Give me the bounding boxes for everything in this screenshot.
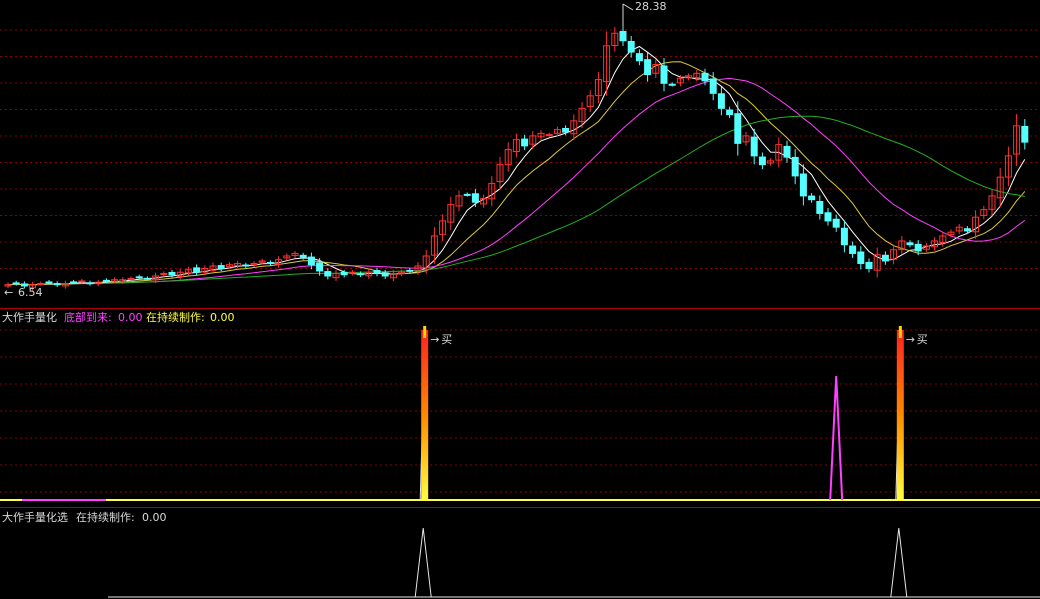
candle-body[interactable] [881,254,889,262]
candle-body[interactable] [799,173,807,197]
candle-body[interactable] [340,271,348,276]
ind1-signals: → 买 → 买 [0,326,1040,501]
candle-body[interactable] [373,270,381,274]
candle-body[interactable] [266,262,274,265]
buy-arrow-icon: → [906,333,915,346]
ind1-name: 大作手量化 [2,310,57,324]
candle-body[interactable] [357,273,365,276]
ind1-buy-signal-bar[interactable] [421,330,429,500]
ind1-buy-signal-bar[interactable] [896,330,904,500]
candle-body[interactable] [299,254,307,258]
candle-body[interactable] [791,156,799,177]
ind2-spike [414,527,432,598]
candle-body[interactable] [242,264,250,267]
ind1-field2-value: 0.00 [210,311,235,324]
high-marker-arm [622,3,634,11]
low-price-label: 6.54 [18,286,43,299]
candle-body[interactable] [127,277,135,280]
ind1-field2-label: 在持续制作: [146,310,205,324]
candle-body[interactable] [316,262,324,272]
ind2-lines [108,527,1040,598]
price-moving-averages [7,45,1026,286]
high-marker: 28.38 [622,0,667,27]
ma10-line [7,61,1026,286]
candle-body[interactable] [53,283,61,286]
low-marker: ← 6.54 [4,286,43,299]
chart-stage: 28.38 ← 6.54 大作手量化 底部到来: 0.00 在持续制作: 0.0… [0,0,1040,598]
candle-body[interactable] [816,200,824,214]
ind2-field1-value: 0.00 [142,511,167,524]
candle-body[interactable] [521,138,529,147]
candle-body[interactable] [619,30,627,42]
candle-body[interactable] [840,227,848,246]
candle-body[interactable] [102,279,110,282]
candle-body[interactable] [808,195,816,201]
ind1-buy-signal-cap [423,326,427,338]
candle-body[interactable] [857,251,865,264]
candle-body[interactable] [463,193,471,196]
candle-body[interactable] [906,242,914,246]
candle-body[interactable] [644,59,652,76]
candle-body[interactable] [217,265,225,269]
candle-body[interactable] [78,280,86,283]
candle-body[interactable] [832,218,840,228]
candle-body[interactable] [717,93,725,109]
candle-body[interactable] [193,267,201,273]
candle-body[interactable] [307,256,315,266]
candle-body[interactable] [783,145,791,158]
candle-body[interactable] [86,282,94,285]
candle-body[interactable] [914,243,922,252]
candle-body[interactable] [750,136,758,157]
ind1-field1-label: 底部到来: [64,310,112,324]
candle-body[interactable] [168,271,176,276]
buy-arrow-icon: → [430,333,439,346]
ind2-spike [890,527,908,598]
candle-body[interactable] [37,282,45,285]
candle-body[interactable] [734,113,742,144]
candle-body[interactable] [143,277,151,280]
ind2-name: 大作手量化选 [2,510,68,524]
candle-body[interactable] [545,134,553,137]
ind2-field1-label: 在持续制作: [76,510,135,524]
price-panel-grid [0,29,1040,269]
ind1-buy-signal-cap [898,326,902,338]
candle-body[interactable] [324,271,332,277]
candle-body[interactable] [627,41,635,53]
candle-body[interactable] [135,276,143,279]
ind1-header: 大作手量化 底部到来: 0.00 在持续制作: 0.00 [2,310,235,324]
candle-body[interactable] [701,72,709,82]
candle-body[interactable] [471,193,479,203]
candle-body[interactable] [668,83,676,86]
candle-body[interactable] [1021,125,1029,143]
candle-body[interactable] [824,212,832,222]
candle-body[interactable] [660,65,668,84]
buy-label: 买 [917,333,928,346]
low-arrow-icon: ← [4,286,13,299]
candle-body[interactable] [758,156,766,166]
price-candles[interactable] [4,26,1029,291]
ma5-line [7,45,1026,286]
candle-body[interactable] [45,281,53,284]
high-price-label: 28.38 [635,0,667,13]
ind2-header: 大作手量化选 在持续制作: 0.00 [2,510,167,524]
candle-body[interactable] [635,53,643,62]
candle-body[interactable] [381,272,389,277]
candle-body[interactable] [12,282,20,285]
candle-body[interactable] [70,281,78,284]
candle-body[interactable] [406,269,414,272]
candle-body[interactable] [865,261,873,269]
candle-body[interactable] [849,245,857,254]
ind1-grid [0,329,1040,493]
candle-body[interactable] [963,228,971,232]
buy-label: 买 [441,333,452,346]
candle-body[interactable] [709,78,717,94]
ind1-field1-value: 0.00 [118,311,143,324]
candle-body[interactable] [726,109,734,116]
candle-body[interactable] [562,127,570,133]
